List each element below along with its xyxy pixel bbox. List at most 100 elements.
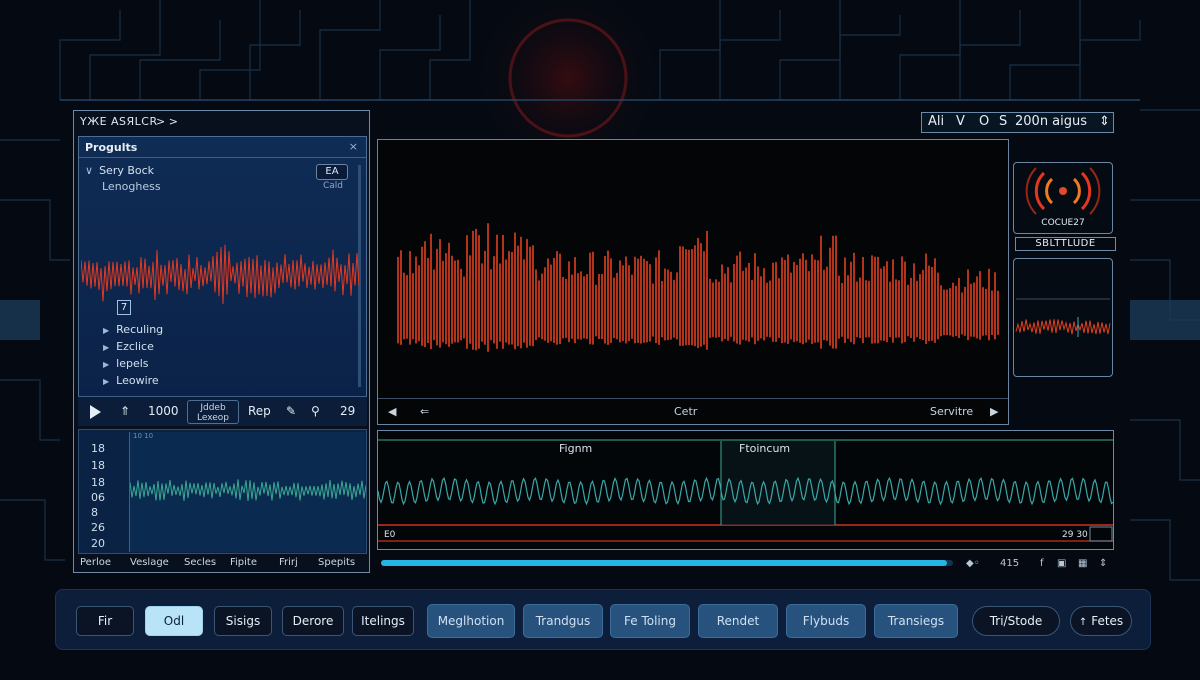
up-icon[interactable]: ⇑ [120,404,130,418]
edit-icon[interactable]: ✎ [286,404,296,418]
s-button[interactable]: S [999,114,1007,129]
image-icon[interactable]: ▣ [1057,558,1066,569]
f-icon[interactable]: f [1040,558,1044,569]
trandgus-button[interactable]: Trandgus [523,604,603,638]
sisigs-button[interactable]: Sisigs [214,606,272,636]
close-icon[interactable]: × [349,140,358,153]
meter-label: 18 [91,476,105,489]
link-icon[interactable]: ⚲ [311,404,320,418]
arrow-up-icon: ↑ [1078,617,1088,628]
tree-sub-item[interactable]: Lenoghess [102,180,161,193]
meter-label: 20 [91,537,105,550]
signal-icon [1025,167,1101,215]
arrow-left-icon[interactable]: ◀ [388,405,396,418]
green-waveform [129,479,367,502]
meter-top-label: 10 10 [133,432,154,440]
stepper-icon[interactable]: ⇕ [1099,558,1107,569]
meglhotion-button[interactable]: Meglhotion [427,604,515,638]
chevron-down-icon[interactable]: ∨ [85,164,93,177]
footer-left-label: Cetr [674,405,698,418]
tree-item-label: Leowire [116,374,159,387]
meter-label: 18 [91,459,105,472]
rendet-button[interactable]: Rendet [698,604,778,638]
tree-root-label: Sery Bock [99,164,155,177]
fetes-button[interactable]: ↑ Fetes [1070,606,1132,636]
tree-item[interactable]: ▶ Ezclice [103,340,154,353]
marker-tag[interactable]: 7 [117,300,131,315]
o-button[interactable]: O [979,114,989,129]
mini-waveform [1013,258,1113,377]
count-value: 29 [340,404,356,418]
meter-plot [129,432,367,552]
mode-line2: Lexeop [196,413,230,423]
project-panel: YЖE ASЯLCR > > Progults × ∨ Sery Bock Len… [73,110,370,573]
transiegs-button[interactable]: Transiegs [874,604,958,638]
itelings-button[interactable]: Itelings [352,606,414,636]
volume-icon[interactable]: ◆◦ [966,558,980,569]
timeline-start: E0 [384,530,396,540]
tab[interactable]: Secles [184,557,216,568]
back-icon[interactable]: ⇐ [420,405,429,418]
progress-info: 415 [1000,558,1020,569]
arrow-right-icon[interactable]: ▶ [990,405,998,418]
caret-right-icon: ▶ [103,343,110,352]
panel-title-arrows[interactable]: > > [156,115,178,128]
fir-button[interactable]: Fir [76,606,134,636]
tree-root-item[interactable]: ∨ Sery Bock [85,164,154,177]
badge-caption: Cald [323,181,344,191]
odl-button[interactable]: Odl [145,606,203,636]
tab[interactable]: Perloe [80,557,111,568]
timeline-label-right: Ftoincum [739,442,791,455]
transport-bar: ⇑ 1000 Jddeb Lexeop Rep ✎ ⚲ 29 [78,396,367,426]
status-label: SBLTTLUDE [1015,237,1116,251]
tri-stode-button[interactable]: Tri/Stode [972,606,1060,636]
tree-item-label: Reculing [116,323,164,336]
meter-label: 8 [91,506,98,519]
timeline-label-left: Fignm [559,442,593,455]
v-button[interactable]: V [956,114,965,129]
meter-label: 18 [91,442,105,455]
tree-item-label: Ezclice [116,340,154,353]
meter-label: 06 [91,491,105,504]
panel-tabs: Perloe Veslage Secles Fipite Frirj Spepi… [80,557,366,571]
grid-icon[interactable]: ▦ [1078,558,1087,569]
bottom-toolbar: Fir Odl Sisigs Derore Itelings Meglhotio… [55,589,1151,650]
stepper-icon[interactable]: ⇕ [1099,114,1110,129]
main-footer: ◀ ⇐ Cetr Servitre ▶ [378,398,1008,424]
tree-item[interactable]: ▶ lepels [103,357,149,370]
caret-right-icon: ▶ [103,360,110,369]
time-value: 1000 [148,404,179,418]
main-waveform-view: ◀ ⇐ Cetr Servitre ▶ [377,139,1009,425]
tab[interactable]: Spepits [318,557,355,568]
timeline-view: Fignm Ftoincum E0 29 30 [377,430,1114,550]
level-meter: 18 18 18 06 8 26 20 10 10 [78,429,367,554]
fe-toling-button[interactable]: Fe Toling [610,604,690,638]
rep-button[interactable]: Rep [248,404,271,418]
ea-badge[interactable]: EA [316,164,348,180]
ai-button[interactable]: Ali [928,114,944,129]
main-red-waveform [397,223,999,352]
caret-right-icon: ▶ [103,377,110,386]
mode-line1: Jddeb [200,403,226,413]
derore-button[interactable]: Derore [282,606,344,636]
progress-bar[interactable] [381,560,953,566]
meter-caption: COCUE27 [1041,218,1085,228]
projects-box: Progults × ∨ Sery Bock Lenoghess EA Cald … [78,136,367,401]
play-icon[interactable] [90,405,101,419]
tree-item[interactable]: ▶ Reculing [103,323,163,336]
top-control-bar: Ali V O S 200n aigus ⇕ [921,112,1114,133]
panel-title: YЖE ASЯLCR [80,115,158,128]
caret-right-icon: ▶ [103,326,110,335]
zoom-value[interactable]: 200n aigus [1015,114,1087,129]
tab[interactable]: Veslage [130,557,169,568]
tree-item[interactable]: ▶ Leowire [103,374,159,387]
mode-box[interactable]: Jddeb Lexeop [187,400,239,424]
tab[interactable]: Frirj [279,557,298,568]
timeline-end: 29 30 [1062,530,1088,540]
flybuds-button[interactable]: Flybuds [786,604,866,638]
tree-item-label: lepels [116,357,149,370]
divider [79,157,366,158]
footer-right-label: Servitre [930,405,974,418]
mini-wave-plot [1015,298,1111,337]
tab[interactable]: Fipite [230,557,257,568]
